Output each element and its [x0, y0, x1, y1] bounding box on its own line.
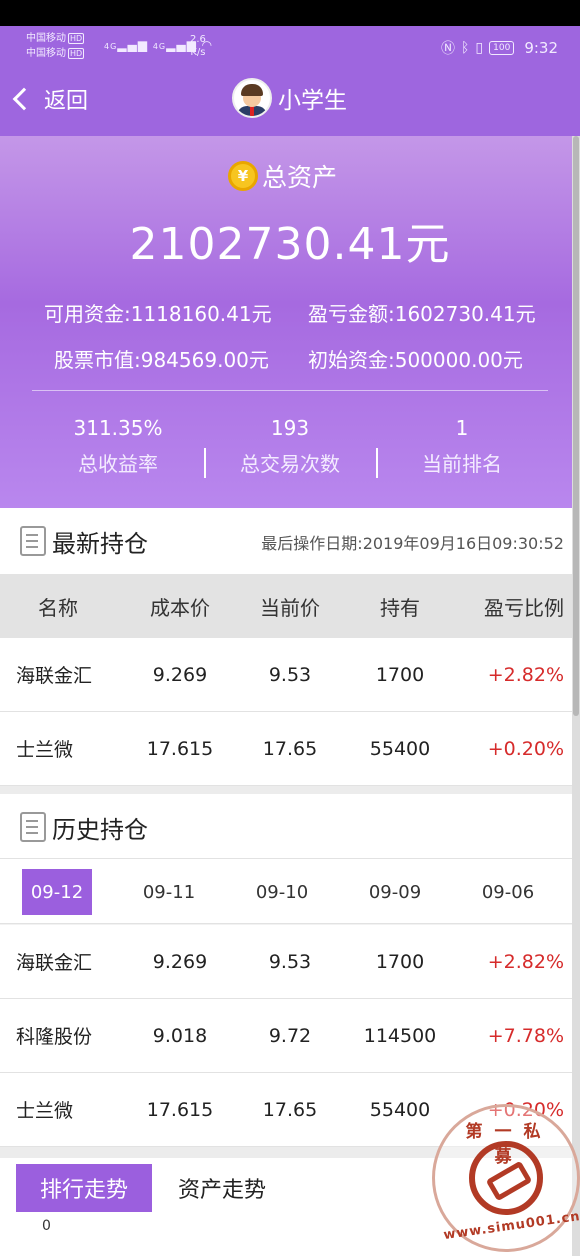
bluetooth-icon: ᛒ	[461, 40, 470, 56]
section-title: 最新持仓	[52, 529, 148, 558]
profit-ratio: +0.20%	[487, 737, 564, 760]
watermark-emblem	[469, 1141, 543, 1215]
profit-ratio: +2.82%	[487, 950, 564, 973]
stat-current-rank: 1 当前排名	[376, 416, 548, 477]
holding-qty: 1700	[375, 950, 425, 973]
column-header-name: 名称	[38, 595, 78, 620]
stat-label: 总交易次数	[240, 452, 340, 476]
speed-value: 2.6	[190, 34, 206, 45]
back-button[interactable]: 返回	[10, 82, 88, 116]
coin-icon: ¥	[228, 161, 258, 191]
stock-name: 士兰微	[16, 1100, 74, 1122]
cost-price: 9.269	[152, 950, 208, 973]
current-price: 9.53	[268, 950, 312, 973]
cost-price: 9.018	[152, 1024, 208, 1047]
nfc-icon: Ⓝ	[441, 41, 455, 57]
status-bar: 中国移动 HD 中国移动 HD 4G▂▄▆ 4G▂▄▆ ◠ 2.6 K/s Ⓝ ᛒ …	[0, 26, 580, 68]
stock-market-value: 股票市值:984569.00元	[54, 348, 269, 372]
cost-price: 9.269	[152, 663, 208, 686]
nav-bar: 返回 小学生	[0, 68, 580, 136]
stat-label: 当前排名	[422, 452, 502, 476]
last-operation-date: 最后操作日期:2019年09月16日09:30:52	[261, 534, 564, 553]
network-type-2: 4G	[152, 42, 167, 51]
stat-value: 1	[455, 416, 469, 440]
column-header-ratio: 盈亏比例	[484, 595, 564, 620]
table-row[interactable]: 海联金汇 9.269 9.53 1700 +2.82%	[0, 638, 572, 712]
holding-qty: 55400	[369, 737, 431, 760]
date-tab-0912[interactable]: 09-12	[22, 869, 92, 915]
watermark-logo: 第一私募 www.simu001.cn	[432, 1104, 580, 1252]
stock-name: 海联金汇	[16, 952, 93, 974]
holding-qty: 114500	[363, 1024, 437, 1047]
date-tab-0910[interactable]: 09-10	[247, 869, 317, 915]
total-assets-value: 2102730.41元	[129, 219, 451, 270]
stock-name: 士兰微	[16, 739, 74, 761]
table-row[interactable]: 科隆股份 9.018 9.72 114500 +7.78%	[0, 999, 572, 1073]
stat-value: 193	[270, 416, 310, 440]
current-price: 9.53	[268, 663, 312, 686]
date-selector: 09-12 09-11 09-10 09-09 09-06	[0, 858, 572, 924]
initial-funds: 初始资金:500000.00元	[308, 348, 523, 372]
current-price: 17.65	[262, 737, 318, 760]
table-row[interactable]: 士兰微 17.615 17.65 55400 +0.20%	[0, 712, 572, 786]
scrollbar-thumb[interactable]	[573, 136, 579, 716]
stock-name: 海联金汇	[16, 665, 93, 687]
table-row[interactable]: 海联金汇 9.269 9.53 1700 +2.82%	[0, 925, 572, 999]
chevron-left-icon	[12, 87, 36, 111]
column-header-price: 当前价	[260, 595, 320, 620]
signal-bars-icon: ▂▄▆	[117, 38, 148, 52]
network-speed: 2.6 K/s	[190, 33, 206, 59]
section-gap	[0, 786, 572, 794]
screen-top-edge	[0, 0, 580, 26]
available-funds: 可用资金:1118160.41元	[44, 302, 272, 326]
carrier-info: 中国移动 HD 中国移动 HD	[26, 31, 85, 61]
clipboard-icon	[20, 812, 46, 842]
network-type-1: 4G	[104, 42, 118, 51]
vibrate-icon: ▯	[475, 40, 484, 56]
column-header-hold: 持有	[380, 595, 420, 620]
status-right: Ⓝ ᛒ ▯ 100 9:32	[441, 38, 558, 58]
cost-price: 17.615	[146, 1098, 214, 1121]
chart-axis-tick: 0	[42, 1218, 51, 1234]
page-title: 小学生	[278, 88, 347, 114]
stat-value: 311.35%	[73, 416, 163, 440]
stat-trade-count: 193 总交易次数	[204, 416, 376, 477]
latest-holdings-header: 最新持仓 最后操作日期:2019年09月16日09:30:52	[0, 508, 572, 574]
stat-total-return: 311.35% 总收益率	[32, 416, 204, 477]
clock: 9:32	[524, 39, 558, 57]
profit-ratio: +2.82%	[487, 663, 564, 686]
asset-summary: ¥ 总资产 2102730.41元 可用资金:1118160.41元 盈亏金额:…	[0, 136, 572, 508]
profit-ratio: +7.78%	[487, 1024, 564, 1047]
document-icon	[20, 526, 46, 556]
stock-name: 科隆股份	[16, 1026, 93, 1048]
cost-price: 17.615	[146, 737, 214, 760]
total-assets-label: ¥ 总资产	[228, 158, 337, 194]
back-label: 返回	[44, 89, 89, 114]
holding-qty: 1700	[375, 663, 425, 686]
history-holdings-header: 历史持仓	[0, 794, 572, 860]
carrier-1: 中国移动	[26, 33, 66, 44]
tab-asset-trend[interactable]: 资产走势	[164, 1164, 280, 1212]
hd-badge: HD	[68, 33, 85, 44]
divider	[32, 390, 548, 391]
current-price: 17.65	[262, 1098, 318, 1121]
holding-qty: 55400	[369, 1098, 431, 1121]
date-tab-0909[interactable]: 09-09	[360, 869, 430, 915]
table-header: 名称 成本价 当前价 持有 盈亏比例	[0, 574, 572, 638]
user-title: 小学生	[232, 78, 347, 118]
carrier-2: 中国移动	[26, 48, 66, 59]
column-header-cost: 成本价	[150, 595, 210, 620]
date-tab-0911[interactable]: 09-11	[134, 869, 204, 915]
stat-label: 总收益率	[78, 452, 158, 476]
date-tab-0906[interactable]: 09-06	[473, 869, 543, 915]
current-price: 9.72	[268, 1024, 312, 1047]
battery-icon: 100	[489, 41, 515, 55]
avatar	[232, 78, 272, 118]
speed-unit: K/s	[190, 47, 206, 58]
asset-label-text: 总资产	[262, 163, 338, 192]
section-title: 历史持仓	[52, 815, 148, 844]
hd-badge: HD	[68, 48, 85, 59]
profit-loss-amount: 盈亏金额:1602730.41元	[308, 302, 536, 326]
tab-rank-trend[interactable]: 排行走势	[16, 1164, 152, 1212]
